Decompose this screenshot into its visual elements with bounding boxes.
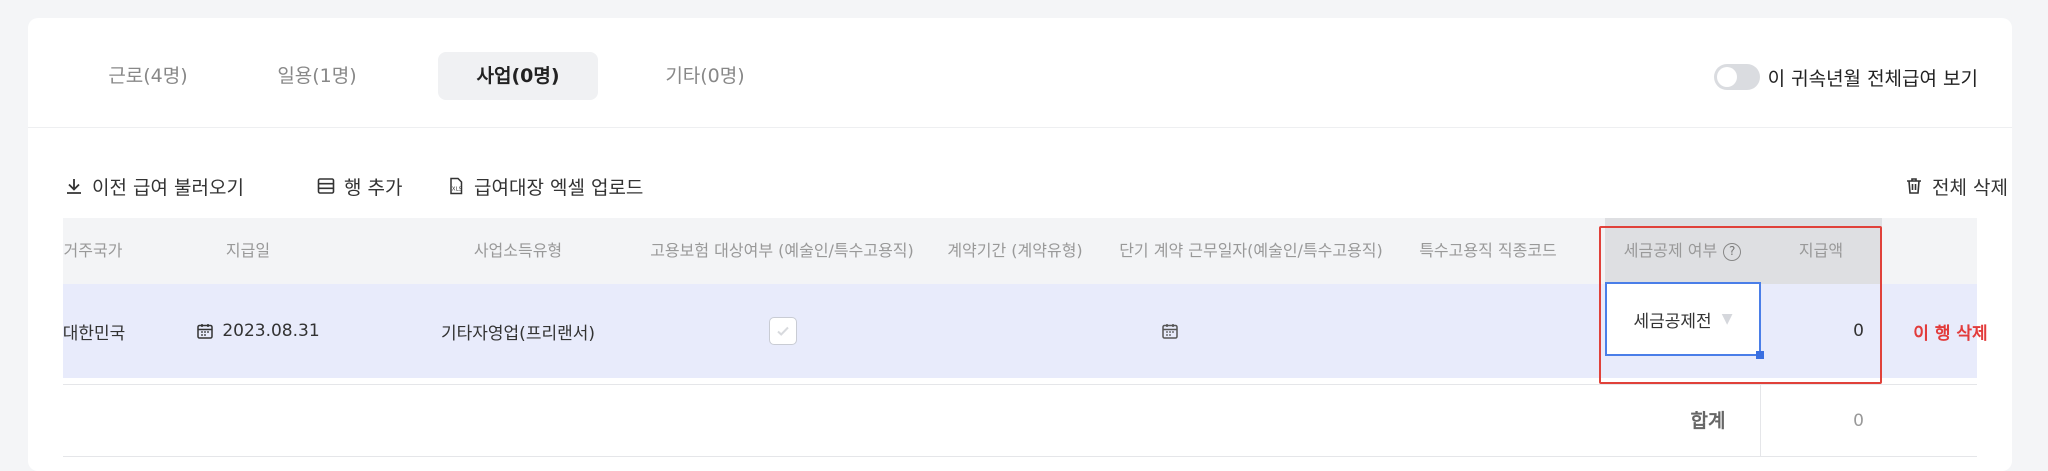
tax-deduction-value: 세금공제전	[1633, 311, 1712, 332]
cell-income-type[interactable]: 기타자영업(프리랜서)	[433, 284, 603, 378]
table-header: 거주국가 지급일 사업소득유형 고용보험 대상여부 (예술인/특수고용직) 계약…	[63, 218, 1977, 284]
chevron-down-icon: ▼	[1721, 311, 1733, 327]
header-tax-deduction-label: 세금공제 여부	[1623, 241, 1718, 260]
tab-employment[interactable]: 근로(4명)	[80, 52, 216, 100]
toggle-knob	[1716, 67, 1737, 87]
cell-pay-date[interactable]: 2023.08.31	[193, 284, 323, 378]
employment-insurance-checkbox[interactable]	[769, 317, 797, 345]
header-income-type: 사업소득유형	[473, 241, 563, 260]
summary-row: 합계 0	[63, 385, 1977, 457]
header-employment-insurance: 고용보험 대상여부 (예술인/특수고용직)	[650, 241, 914, 260]
delete-all-button[interactable]: 전체 삭제	[1904, 168, 2008, 204]
add-row-label: 행 추가	[344, 176, 403, 199]
add-row-button[interactable]: 행 추가	[316, 168, 402, 204]
header-job-code: 특수고용직 직종코드	[1419, 241, 1557, 260]
income-type-tabs: 근로(4명) 일용(1명) 사업(0명) 기타(0명) 이 귀속년월 전체급여 …	[28, 18, 2012, 128]
cell-short-term-workdays[interactable]	[1155, 284, 1185, 378]
calendar-icon	[197, 324, 214, 339]
summary-value: 0	[1853, 411, 1864, 431]
rows-icon	[317, 178, 335, 194]
svg-text:XLS: XLS	[452, 187, 463, 193]
cell-employment-insurance	[768, 284, 798, 378]
help-icon[interactable]: ?	[1723, 242, 1742, 261]
summary-label: 합계	[1690, 410, 1726, 432]
check-icon	[777, 326, 789, 336]
header-contract-period: 계약기간 (계약유형)	[947, 241, 1083, 260]
excel-file-icon: XLS	[450, 177, 463, 195]
download-icon	[67, 179, 81, 194]
tab-daily[interactable]: 일용(1명)	[249, 52, 385, 100]
header-pay-date: 지급일	[225, 241, 271, 260]
header-country: 거주국가	[63, 241, 123, 260]
tab-business[interactable]: 사업(0명)	[438, 52, 598, 100]
delete-row-button[interactable]: 이 행 삭제	[1903, 284, 1998, 378]
delete-all-label: 전체 삭제	[1932, 176, 2008, 199]
load-previous-button[interactable]: 이전 급여 불러오기	[64, 168, 244, 204]
excel-upload-button[interactable]: XLS 급여대장 엑셀 업로드	[446, 168, 643, 204]
load-previous-label: 이전 급여 불러오기	[92, 176, 244, 199]
calendar-icon	[1162, 324, 1178, 339]
pay-date-value: 2023.08.31	[222, 321, 320, 341]
table-row: 대한민국 2023.08.31 기타자영업(프리랜서) 세금공제전 ▼ 0 이 …	[63, 282, 1988, 378]
full-pay-toggle-label: 이 귀속년월 전체급여 보기	[1767, 67, 1978, 90]
full-pay-toggle[interactable]	[1713, 64, 1760, 90]
cell-amount[interactable]: 0	[1760, 284, 1882, 378]
payroll-card: 근로(4명) 일용(1명) 사업(0명) 기타(0명) 이 귀속년월 전체급여 …	[28, 18, 2012, 471]
header-tax-deduction: 세금공제 여부?	[1605, 218, 1760, 284]
full-pay-toggle-group: 이 귀속년월 전체급여 보기	[1713, 62, 1978, 92]
header-amount: 지급액	[1760, 218, 1882, 284]
header-short-term-workdays: 단기 계약 근무일자(예술인/특수고용직)	[1119, 241, 1383, 260]
excel-upload-label: 급여대장 엑셀 업로드	[474, 176, 644, 199]
tax-deduction-select[interactable]: 세금공제전 ▼	[1605, 282, 1764, 359]
table-toolbar: 이전 급여 불러오기 행 추가 XLS 급여대장 엑셀 업로드 전체 삭제	[64, 168, 2008, 204]
trash-icon	[1907, 178, 1922, 194]
cell-country[interactable]: 대한민국	[59, 284, 129, 378]
tab-other[interactable]: 기타(0명)	[637, 52, 773, 100]
